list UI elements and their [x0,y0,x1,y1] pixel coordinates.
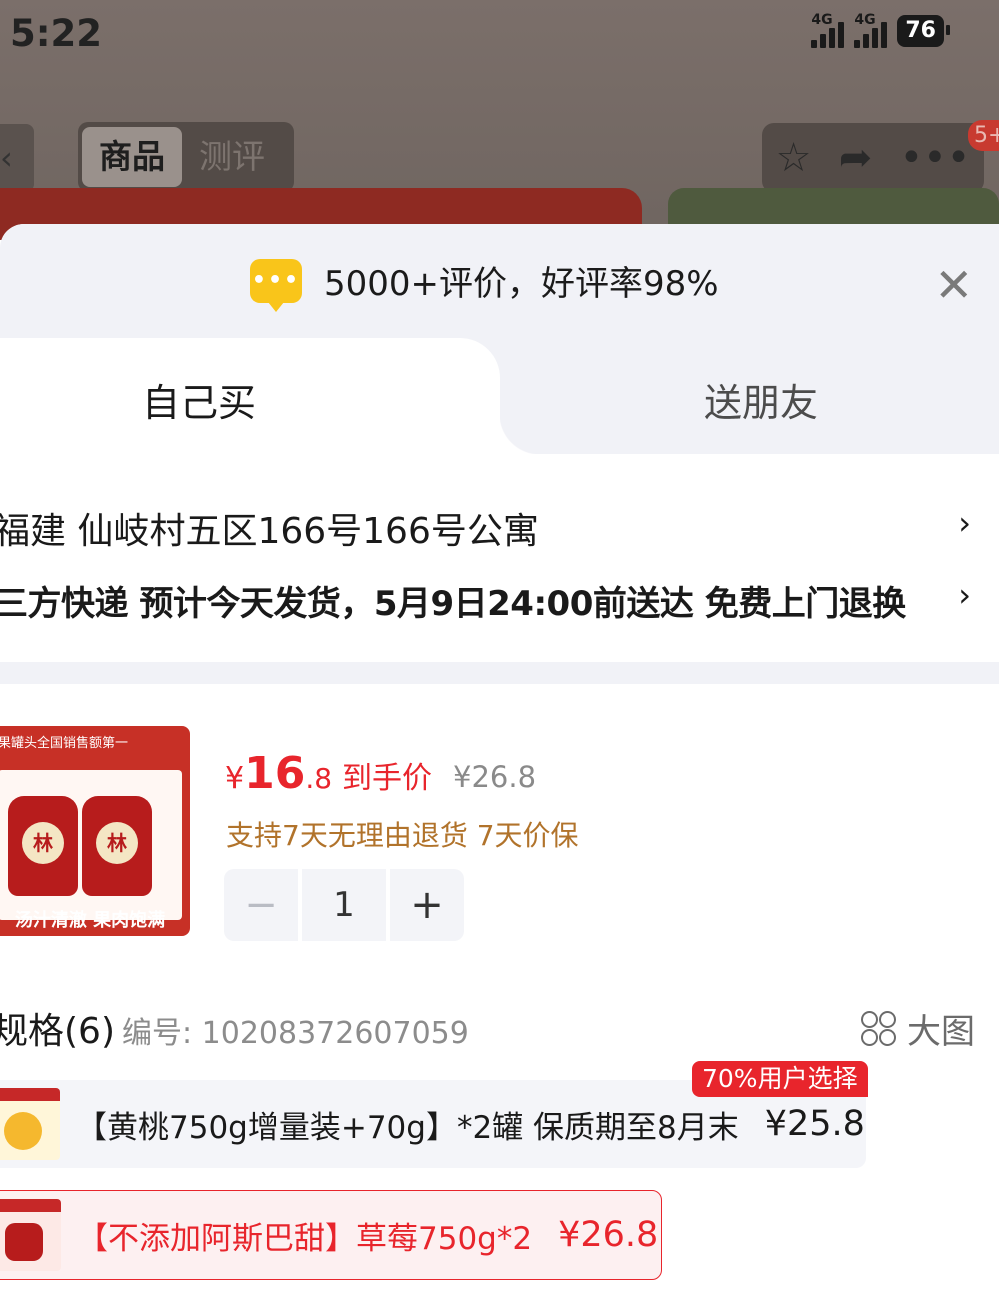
status-icons: 4G 4G 76 [811,12,950,48]
favorite-star-icon[interactable]: ☆ [776,135,812,181]
tab-gift[interactable]: 送朋友 [704,372,818,427]
option-thumbnail [0,1088,60,1160]
spec-option-selected[interactable]: 【不添加阿斯巴甜】草莓750g*2 ¥26.8 [0,1190,662,1280]
option-label: 【黄桃750g增量装+70g】*2罐 保质期至8月末 [76,1109,739,1146]
service-guarantees: 支持7天无理由退货 7天价保 [226,819,579,852]
option-label: 【不添加阿斯巴甜】草莓750g*2 [77,1220,533,1257]
jar-image: 林 [82,796,152,896]
product-image[interactable]: 果罐头全国销售额第一 林 林 汤汁清澈 果肉饱满 [0,726,190,936]
quantity-stepper: − 1 + [224,869,464,941]
product-number: 编号: 10208372607059 [122,1016,469,1051]
spec-title: 规格(6) [0,1011,115,1052]
product-image-caption: 汤汁清澈 果肉饱满 [14,910,166,931]
popular-tag: 70%用户选择 [692,1061,868,1097]
option-price: ¥25.8 [764,1104,865,1144]
tab-review[interactable]: 测评 [182,127,282,187]
share-icon[interactable]: ➦ [839,135,873,181]
final-price: ¥16.8 到手价 [225,748,433,799]
battery-icon: 76 [897,15,950,47]
more-icon[interactable]: ••• [900,135,971,181]
increase-button[interactable]: + [390,869,464,941]
cart-badge: 5+ [968,120,999,151]
review-notice-text: 5000+评价，好评率98% [324,264,719,304]
shipping-line[interactable]: 三方快递 预计今天发货，5月9日24:00前送达 免费上门退换 [0,576,906,625]
option-price: ¥26.8 [558,1215,659,1255]
jar-image: 林 [8,796,78,896]
chevron-right-icon[interactable]: › [958,504,971,542]
decrease-button[interactable]: − [224,869,298,941]
close-icon[interactable]: ✕ [934,262,973,308]
chat-bubble-icon: ••• [250,258,302,312]
product-image-top-text: 果罐头全国销售额第一 [0,736,129,751]
purchase-sheet: ••• 5000+评价，好评率98% ✕ 自己买 送朋友 福建 仙岐村五区166… [0,224,999,1292]
grid-icon [861,1010,897,1047]
header-tabs: 商品 测评 [78,122,294,192]
header-toolbar: ☆ ➦ ••• [762,123,984,193]
big-picture-toggle[interactable]: 大图 [861,1004,975,1053]
chevron-right-icon[interactable]: › [958,576,971,614]
address-line[interactable]: 福建 仙岐村五区166号166号公寓 [0,502,539,554]
original-price: ¥26.8 [453,760,537,794]
signal-icon: 4G [854,12,888,48]
review-notice: ••• 5000+评价，好评率98% [250,256,719,312]
back-button[interactable]: ‹ [0,124,34,192]
option-thumbnail [0,1199,61,1271]
tab-buy-self[interactable]: 自己买 [142,372,256,427]
signal-icon: 4G [811,12,845,48]
status-time: 5:22 [10,12,103,55]
section-divider [0,662,999,684]
tab-product[interactable]: 商品 [82,127,182,187]
quantity-input[interactable]: 1 [302,869,386,941]
